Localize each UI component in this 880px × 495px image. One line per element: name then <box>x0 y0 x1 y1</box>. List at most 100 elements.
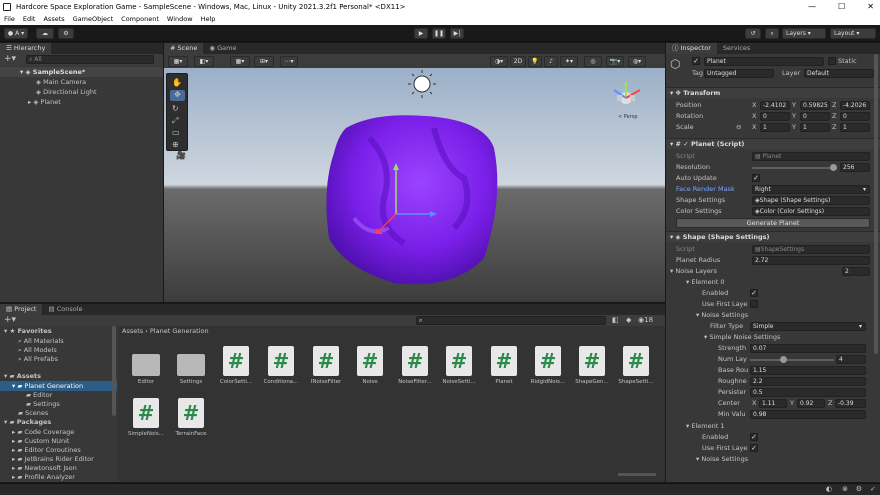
face-render-mask-dropdown[interactable]: Right ▾ <box>752 185 870 194</box>
packages-header[interactable]: ▾ ▰ Packages <box>0 417 117 427</box>
rotate-tool-icon[interactable]: ↻ <box>172 104 179 113</box>
center-x[interactable]: 1.11 <box>759 399 787 408</box>
pause-button[interactable]: ❚❚ <box>432 28 446 39</box>
min-value-input[interactable]: 0.98 <box>750 410 866 419</box>
color-settings-field[interactable]: ◈Color (Color Settings) <box>752 207 870 216</box>
filter-label-icon[interactable]: ◆ <box>626 316 631 324</box>
debug-icon[interactable]: ⚙ <box>856 485 862 493</box>
create-icon[interactable]: +▾ <box>4 315 16 326</box>
roughness-input[interactable]: 2.2 <box>750 377 866 386</box>
search-icon[interactable]: ⌕ <box>765 28 779 39</box>
planet-script-header[interactable]: ▾ # ✓ Planet (Script) <box>666 138 880 149</box>
tab-inspector[interactable]: ⓘ Inspector <box>666 43 717 54</box>
position-z[interactable]: -4.2026 <box>840 101 870 110</box>
position-x[interactable]: -2.4102 <box>760 101 790 110</box>
generate-planet-button[interactable]: Generate Planet <box>676 218 870 228</box>
asset-script[interactable]: # NoiseSetti... <box>437 346 481 385</box>
mode-2d-button[interactable]: 2D <box>510 56 526 67</box>
hierarchy-item-scene[interactable]: ▾ ◈ SampleScene* <box>0 67 163 77</box>
network-icon[interactable]: ⊗ <box>842 485 848 493</box>
menu-help[interactable]: Help <box>201 14 216 25</box>
element1-label[interactable]: ▾ Element 1 <box>686 421 724 431</box>
assets-header[interactable]: ▾ ▰ Assets <box>0 371 117 381</box>
link-icon[interactable]: ⊖ <box>736 122 741 132</box>
tab-game[interactable]: ◉ Game <box>203 43 242 54</box>
resolution-slider-thumb[interactable] <box>829 164 837 171</box>
tag-dropdown[interactable]: Untagged <box>704 69 774 78</box>
rotation-x[interactable]: 0 <box>760 112 790 121</box>
tab-hierarchy[interactable]: ☰ Hierarchy <box>0 43 52 54</box>
shape-settings-header[interactable]: ▾ ◈ Shape (Shape Settings) <box>666 231 880 242</box>
asset-script[interactable]: # Conditiona... <box>259 346 303 385</box>
noise-layers-label[interactable]: ▾ Noise Layers <box>670 266 717 276</box>
enabled1-checkbox[interactable]: ✓ <box>750 433 758 441</box>
simple-noise-label[interactable]: ▾ Simple Noise Settings <box>704 332 780 342</box>
element0-label[interactable]: ▾ Element 0 <box>686 277 724 287</box>
snap-icon[interactable]: ⊞▾ <box>254 56 274 67</box>
effects-icon[interactable]: ✦▾ <box>560 56 578 67</box>
asset-script[interactable]: # RidgidNois... <box>526 346 570 385</box>
strength-input[interactable]: 0.07 <box>750 344 866 353</box>
layers-dropdown[interactable]: Layers ▾ <box>782 28 826 39</box>
progress-icon[interactable]: ◐ <box>826 485 832 493</box>
menu-assets[interactable]: Assets <box>43 14 64 25</box>
asset-folder[interactable]: Settings <box>169 346 213 385</box>
layer-dropdown[interactable]: Default <box>804 69 874 78</box>
favorite-item[interactable]: ⌕ All Prefabs <box>0 354 117 364</box>
collab-status-icon[interactable]: ✓ <box>870 485 876 493</box>
icon-size-slider[interactable] <box>618 473 656 476</box>
rotation-y[interactable]: 0 <box>800 112 830 121</box>
use-first-layer1-checkbox[interactable]: ✓ <box>750 444 758 452</box>
inspector-scrollbar[interactable] <box>874 54 878 354</box>
use-first-layer-checkbox[interactable] <box>750 300 758 308</box>
asset-script[interactable]: # ColorSetti... <box>214 346 258 385</box>
center-z[interactable]: -0.39 <box>835 399 866 408</box>
scene-viewport[interactable]: < Persp <box>164 68 665 301</box>
persistence-input[interactable]: 0.5 <box>750 388 866 397</box>
static-checkbox[interactable] <box>828 57 836 65</box>
history-icon[interactable]: ↺ <box>745 28 761 39</box>
asset-script[interactable]: # TerrainFace <box>169 398 213 437</box>
menu-component[interactable]: Component <box>121 14 159 25</box>
active-checkbox[interactable]: ✓ <box>692 57 700 65</box>
rotation-z[interactable]: 0 <box>840 112 870 121</box>
tab-services[interactable]: Services <box>717 43 756 54</box>
maximize-icon[interactable]: ☐ <box>838 0 845 14</box>
object-name-input[interactable]: Planet <box>704 57 824 66</box>
shape-settings-field[interactable]: ◈Shape (Shape Settings) <box>752 196 870 205</box>
asset-script[interactable]: # ShapeGen... <box>570 346 614 385</box>
scale-z[interactable]: 1 <box>840 123 870 132</box>
hidden-count[interactable]: ◉18 <box>638 316 653 324</box>
noise-settings1-label[interactable]: ▾ Noise Settings <box>696 454 748 464</box>
project-search-input[interactable]: ⌕ <box>416 316 606 325</box>
asset-script[interactable]: # SimpleNois... <box>124 398 168 437</box>
cloud-icon[interactable]: ☁ <box>36 28 54 39</box>
tree-scrollbar[interactable] <box>112 326 116 416</box>
persp-label[interactable]: < Persp <box>618 114 638 120</box>
menu-edit[interactable]: Edit <box>23 14 36 25</box>
rect-tool-icon[interactable]: ▭ <box>172 128 180 137</box>
noise-settings-label[interactable]: ▾ Noise Settings <box>696 310 748 320</box>
asset-folder[interactable]: Editor <box>124 346 168 385</box>
num-layers-slider-thumb[interactable] <box>780 356 788 363</box>
menu-file[interactable]: File <box>4 14 15 25</box>
planet-object[interactable] <box>326 115 498 285</box>
asset-script[interactable]: # NoiseFilter... <box>393 346 437 385</box>
scale-tool-icon[interactable]: ⤢ <box>172 116 178 126</box>
step-button[interactable]: ▶| <box>450 28 464 39</box>
breadcrumb-planet-generation[interactable]: Planet Generation <box>150 327 209 335</box>
scale-x[interactable]: 1 <box>760 123 790 132</box>
visibility-icon[interactable]: ◎ <box>584 56 602 67</box>
layout-dropdown[interactable]: Layout ▾ <box>830 28 876 39</box>
breadcrumb-assets[interactable]: Assets <box>122 327 143 335</box>
lighting-icon[interactable]: 💡 <box>528 56 542 67</box>
enabled-checkbox[interactable]: ✓ <box>750 289 758 297</box>
package-item[interactable]: ▸ ▰ Profile Analyzer <box>0 472 117 482</box>
camera-settings-icon[interactable]: 📷▾ <box>606 56 624 67</box>
menu-window[interactable]: Window <box>167 14 193 25</box>
hierarchy-search-input[interactable]: ⌕ All <box>26 55 154 64</box>
add-icon[interactable]: +▾ <box>4 54 16 65</box>
tab-console[interactable]: ▤ Console <box>42 304 88 315</box>
position-y[interactable]: 0.59825 <box>800 101 830 110</box>
audio-icon[interactable]: ♪ <box>544 56 558 67</box>
